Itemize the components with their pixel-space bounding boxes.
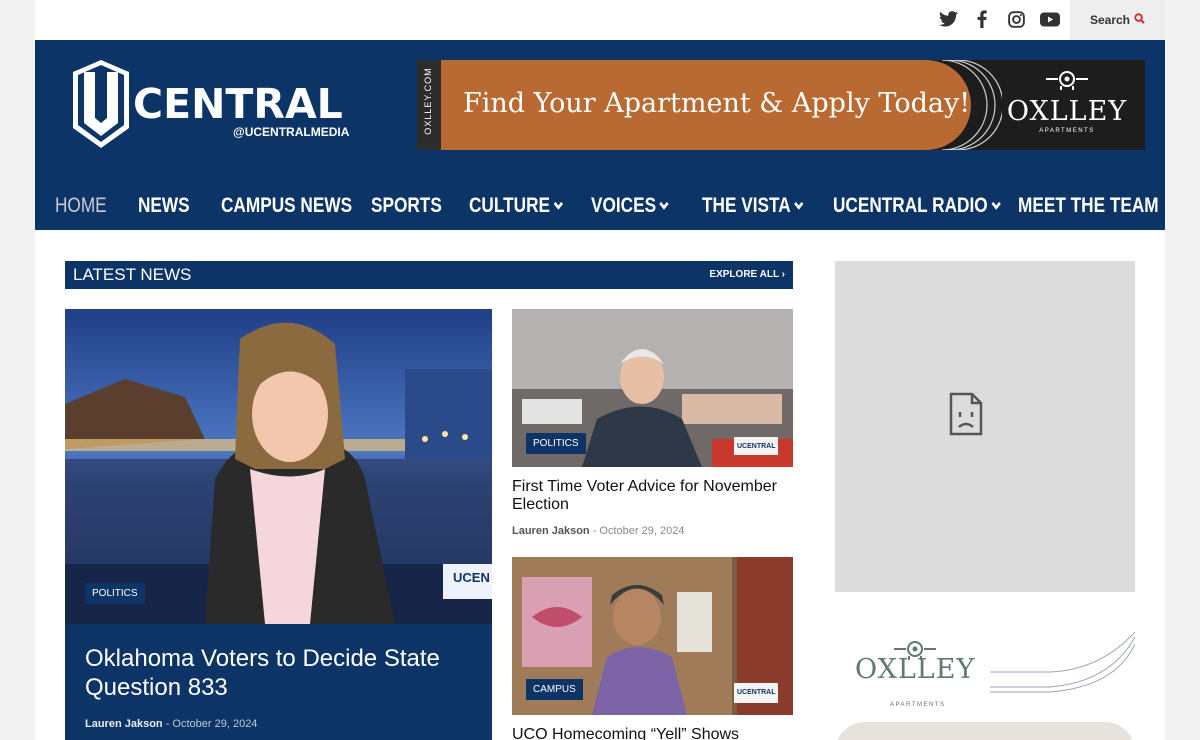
oxlley-mark-icon	[1046, 71, 1088, 90]
article-card[interactable]: UCENTRAL CAMPUS UCO Homecoming “Yell” Sh…	[512, 557, 793, 740]
nav-campus-news-label: CAMPUS NEWS	[221, 194, 353, 217]
nav-news-label: NEWS	[138, 194, 190, 217]
chevron-down-icon	[659, 198, 669, 210]
main-nav: HOME NEWS CAMPUS NEWS SPORTS CULTURE VOI…	[35, 188, 1165, 224]
chevron-down-icon	[991, 198, 1001, 210]
nav-home-label: HOME	[55, 194, 107, 217]
explore-all-label: EXPLORE ALL	[709, 269, 779, 280]
card-category-badge[interactable]: CAMPUS	[526, 679, 583, 700]
search-icon	[1134, 13, 1145, 27]
explore-all-link[interactable]: EXPLORE ALL ›	[709, 269, 785, 280]
hero-author[interactable]: Lauren Jakson	[85, 718, 163, 730]
sidebar-ad-oxlley[interactable]: OXLLEY APARTMENTS	[835, 612, 1135, 740]
youtube-icon[interactable]	[1040, 9, 1060, 29]
card-date: October 29, 2024	[599, 525, 685, 537]
nav-meet-the-team[interactable]: MEET THE TEAM	[1018, 194, 1159, 218]
nav-news[interactable]: NEWS	[138, 194, 190, 218]
nav-voices-label: VOICES	[591, 194, 657, 217]
card-author[interactable]: Lauren Jakson	[512, 525, 590, 537]
nav-ucentral-radio[interactable]: UCENTRAL RADIO	[833, 194, 1001, 218]
ad-pill: Find Your Apartment & Apply Today!	[441, 60, 971, 150]
ad-brand: OXLLEY APARTMENTS	[997, 71, 1137, 142]
social-links	[938, 9, 1060, 29]
hero-image: UCEN	[65, 309, 492, 624]
svg-text:UCEN: UCEN	[453, 570, 490, 585]
site-logo[interactable]: CENTRAL @UCENTRALMEDIA	[71, 58, 371, 153]
nav-ucentral-radio-label: UCENTRAL RADIO	[833, 194, 988, 217]
article-card[interactable]: UCENTRAL POLITICS First Time Voter Advic…	[512, 309, 793, 549]
nav-the-vista-label: THE VISTA	[702, 194, 791, 217]
logo-wordmark: CENTRAL	[133, 80, 343, 128]
top-bar: Search	[35, 0, 1165, 40]
nav-sports[interactable]: SPORTS	[371, 194, 442, 218]
broken-image-icon	[949, 392, 983, 436]
latest-news-title: LATEST NEWS	[73, 265, 192, 284]
nav-sports-label: SPORTS	[371, 194, 442, 217]
hero-category-badge[interactable]: POLITICS	[85, 583, 145, 604]
ad-side-text: OXLLEY.COM	[423, 67, 433, 135]
card-title[interactable]: UCO Homecoming “Yell” Shows	[512, 726, 793, 740]
site-header: CENTRAL @UCENTRALMEDIA OXLLEY.COM Find Y…	[35, 40, 1165, 230]
ad-arcs-decoration	[941, 60, 1002, 150]
svg-text:UCENTRAL: UCENTRAL	[737, 689, 776, 696]
ad-headline: Find Your Apartment & Apply Today!	[463, 88, 971, 119]
sidebar-ad-placeholder[interactable]	[835, 261, 1135, 592]
card-title[interactable]: First Time Voter Advice for November Ele…	[512, 478, 793, 514]
latest-news-header: LATEST NEWS EXPLORE ALL ›	[65, 261, 793, 289]
header-ad-banner[interactable]: OXLLEY.COM Find Your Apartment & Apply T…	[417, 60, 1145, 150]
chevron-down-icon	[794, 198, 804, 210]
sidebar-ad-lines-decoration	[990, 632, 1135, 693]
nav-culture-label: CULTURE	[469, 194, 550, 217]
nav-culture[interactable]: CULTURE	[469, 194, 563, 218]
nav-the-vista[interactable]: THE VISTA	[702, 194, 804, 218]
hero-article[interactable]: UCEN POLITICS Oklahoma Voters to Decide …	[65, 309, 492, 740]
u-shield-logo-icon	[73, 60, 129, 148]
facebook-icon[interactable]	[972, 9, 992, 29]
twitter-icon[interactable]	[938, 9, 958, 29]
nav-home[interactable]: HOME	[55, 194, 107, 218]
sidebar-ad-curve	[835, 722, 1135, 740]
hero-date: October 29, 2024	[172, 718, 258, 730]
sidebar-ad-brand: OXLLEY	[855, 654, 976, 685]
svg-text:UCENTRAL: UCENTRAL	[737, 443, 776, 450]
nav-voices[interactable]: VOICES	[591, 194, 669, 218]
hero-title[interactable]: Oklahoma Voters to Decide State Question…	[85, 644, 475, 702]
ad-side-strip: OXLLEY.COM	[417, 60, 441, 150]
chevron-right-icon: ›	[781, 269, 785, 280]
search-label: Search	[1089, 13, 1131, 27]
logo-handle: @UCENTRALMEDIA	[233, 125, 350, 139]
hero-meta: Lauren Jakson - October 29, 2024	[85, 718, 258, 730]
search-button[interactable]: Search	[1070, 0, 1165, 40]
sidebar-ad-sub: APARTMENTS	[890, 702, 946, 708]
card-meta: Lauren Jakson - October 29, 2024	[512, 525, 685, 537]
chevron-down-icon	[553, 198, 563, 210]
ad-brand-sub: APARTMENTS	[1039, 128, 1095, 134]
nav-meet-the-team-label: MEET THE TEAM	[1018, 194, 1159, 217]
card-category-badge[interactable]: POLITICS	[526, 433, 586, 454]
instagram-icon[interactable]	[1006, 9, 1026, 29]
ad-brand-name: OXLLEY	[1006, 96, 1128, 127]
nav-campus-news[interactable]: CAMPUS NEWS	[221, 194, 352, 218]
page: Search CENTRAL @UCENTRALMEDIA OXLLEY.COM…	[35, 0, 1165, 740]
